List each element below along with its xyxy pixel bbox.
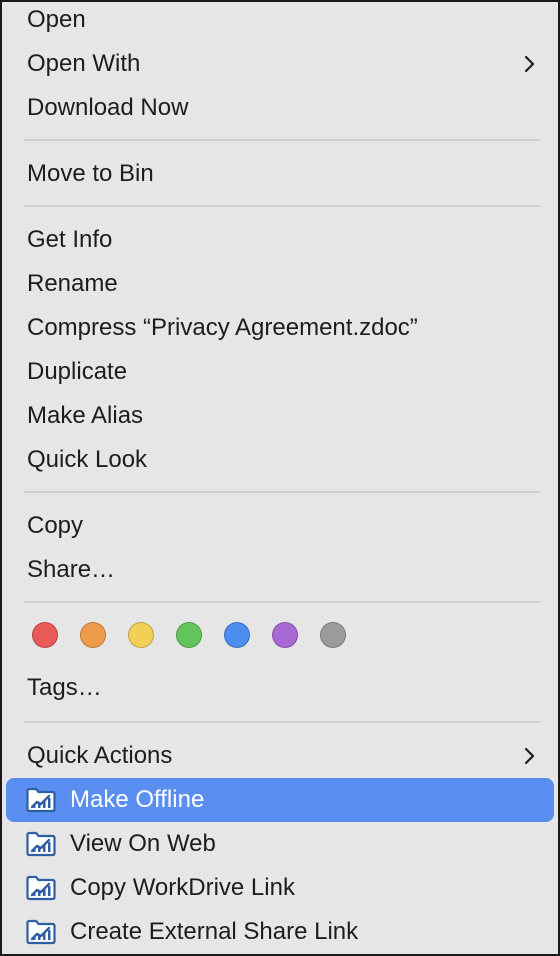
tag-orange-dot[interactable] bbox=[80, 622, 106, 648]
tag-purple-dot[interactable] bbox=[272, 622, 298, 648]
menu-separator bbox=[24, 139, 540, 141]
menu-item-make-alias[interactable]: Make Alias bbox=[6, 394, 554, 438]
menu-item-get-info[interactable]: Get Info bbox=[6, 218, 554, 262]
menu-item-label: Tags… bbox=[27, 674, 102, 701]
menu-item-quick-look[interactable]: Quick Look bbox=[6, 438, 554, 482]
menu-item-label: Copy WorkDrive Link bbox=[70, 874, 295, 901]
menu-separator bbox=[24, 721, 540, 723]
menu-item-download-now[interactable]: Download Now bbox=[6, 86, 554, 130]
menu-item-label: Open bbox=[27, 6, 86, 33]
menu-item-duplicate[interactable]: Duplicate bbox=[6, 350, 554, 394]
menu-item-create-external-share-link[interactable]: Create External Share Link bbox=[6, 910, 554, 954]
tag-yellow-dot[interactable] bbox=[128, 622, 154, 648]
menu-item-label: View On Web bbox=[70, 830, 216, 857]
menu-item-quick-actions[interactable]: Quick Actions bbox=[6, 734, 554, 778]
workdrive-folder-icon bbox=[26, 831, 56, 857]
menu-item-label: Rename bbox=[27, 270, 118, 297]
menu-item-label: Create External Share Link bbox=[70, 918, 359, 945]
menu-item-open-with[interactable]: Open With bbox=[6, 42, 554, 86]
chevron-right-icon bbox=[524, 55, 535, 73]
menu-item-label: Move to Bin bbox=[27, 160, 154, 187]
tag-red-dot[interactable] bbox=[32, 622, 58, 648]
menu-item-view-on-web[interactable]: View On Web bbox=[6, 822, 554, 866]
menu-item-rename[interactable]: Rename bbox=[6, 262, 554, 306]
menu-item-label: Copy bbox=[27, 512, 84, 539]
tag-blue-dot[interactable] bbox=[224, 622, 250, 648]
menu-item-copy[interactable]: Copy bbox=[6, 504, 554, 548]
workdrive-folder-icon bbox=[26, 787, 56, 813]
menu-item-move-to-bin[interactable]: Move to Bin bbox=[6, 152, 554, 196]
workdrive-folder-icon bbox=[26, 919, 56, 945]
tag-green-dot[interactable] bbox=[176, 622, 202, 648]
menu-item-label: Quick Actions bbox=[27, 742, 173, 769]
menu-item-label: Open With bbox=[27, 50, 141, 77]
menu-item-label: Get Info bbox=[27, 226, 113, 253]
chevron-right-icon bbox=[524, 747, 535, 765]
menu-item-label: Share… bbox=[27, 556, 116, 583]
menu-item-compress[interactable]: Compress “Privacy Agreement.zdoc” bbox=[6, 306, 554, 350]
menu-item-label: Make Alias bbox=[27, 402, 144, 429]
menu-item-open[interactable]: Open bbox=[6, 2, 554, 42]
menu-item-label: Make Offline bbox=[70, 786, 205, 813]
menu-separator bbox=[24, 205, 540, 207]
menu-item-copy-workdrive-link[interactable]: Copy WorkDrive Link bbox=[6, 866, 554, 910]
menu-item-share[interactable]: Share… bbox=[6, 548, 554, 592]
menu-item-label: Compress “Privacy Agreement.zdoc” bbox=[27, 314, 418, 341]
context-menu: Open Open With Download Now Move to Bin … bbox=[0, 0, 560, 956]
menu-separator bbox=[24, 491, 540, 493]
workdrive-folder-icon bbox=[26, 875, 56, 901]
menu-item-label: Download Now bbox=[27, 94, 189, 121]
menu-separator bbox=[24, 601, 540, 603]
tag-gray-dot[interactable] bbox=[320, 622, 346, 648]
menu-item-label: Quick Look bbox=[27, 446, 148, 473]
menu-item-tags[interactable]: Tags… bbox=[6, 666, 554, 710]
menu-item-label: Duplicate bbox=[27, 358, 128, 385]
menu-item-make-offline[interactable]: Make Offline bbox=[6, 778, 554, 822]
